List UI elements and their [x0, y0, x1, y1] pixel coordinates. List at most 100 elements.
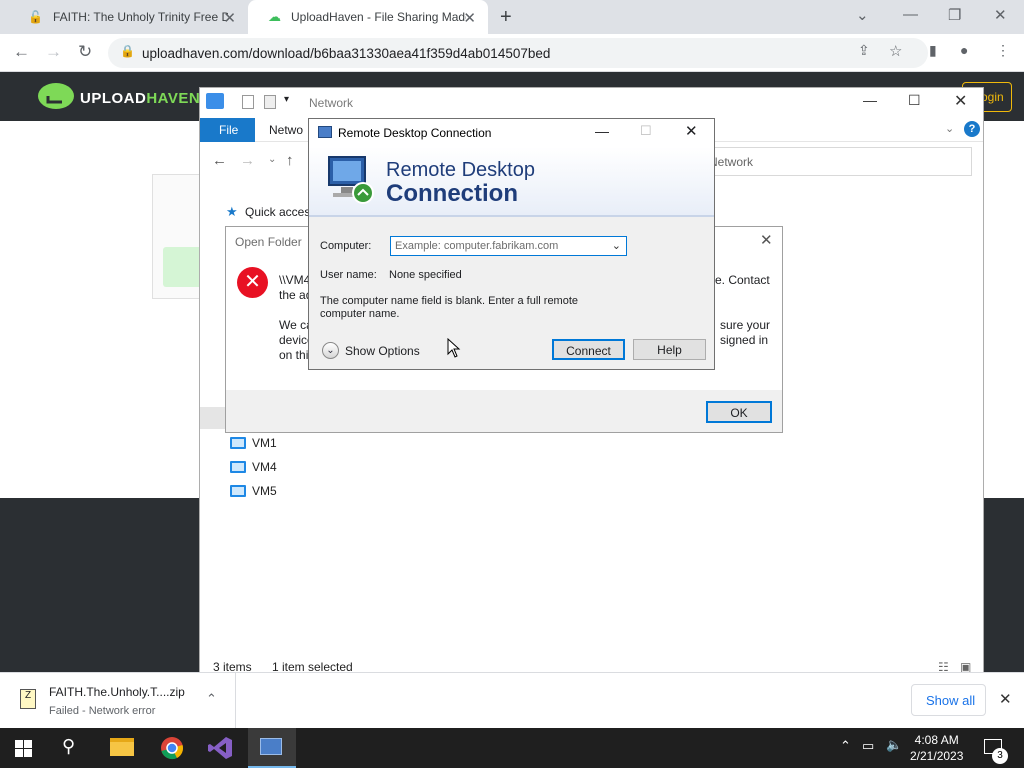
rdc-minimize-icon[interactable]: — — [595, 123, 609, 139]
help-icon[interactable]: ? — [964, 121, 980, 137]
clock-time: 4:08 AM — [914, 733, 959, 747]
explorer-minimize-icon[interactable]: — — [863, 92, 877, 108]
file-explorer-taskbar-icon[interactable] — [110, 738, 134, 756]
new-tab-icon[interactable]: + — [500, 6, 512, 29]
rdc-close-icon[interactable]: ✕ — [685, 122, 698, 140]
rdc-app-icon — [318, 126, 332, 138]
windows-start-icon[interactable] — [15, 740, 32, 757]
dialog-button-bar — [226, 390, 782, 432]
remote-desktop-monitor-icon — [328, 156, 374, 204]
taskbar: ⚲ ⌃ ▭ 🔈 4:08 AM 2/21/2023 3 — [0, 728, 1024, 768]
connect-button[interactable]: Connect — [552, 339, 625, 360]
rdc-title-bar: Remote Desktop Connection — ☐ ✕ — [309, 119, 714, 147]
site-card-button[interactable] — [163, 247, 203, 287]
close-tab-icon[interactable]: ✕ — [223, 9, 236, 27]
username-label: User name: — [320, 269, 377, 281]
volume-tray-icon[interactable]: 🔈 — [886, 737, 902, 753]
reload-icon[interactable]: ↻ — [78, 42, 92, 62]
rdc-title: Remote Desktop Connection — [338, 126, 492, 140]
dialog-title: Open Folder — [235, 235, 302, 249]
error-line-3b: sure your — [720, 318, 771, 332]
up-icon[interactable]: ↑ — [286, 152, 294, 169]
ribbon-tab-network[interactable]: Netwo — [269, 123, 303, 137]
combobox-dropdown-icon[interactable]: ⌄ — [612, 239, 621, 252]
forward-icon[interactable]: → — [45, 42, 62, 62]
download-chevron-icon[interactable]: ⌃ — [206, 691, 217, 707]
close-window-icon[interactable]: ✕ — [994, 6, 1007, 24]
rdc-taskbar-icon — [260, 738, 282, 755]
profile-icon[interactable]: ● — [960, 42, 968, 58]
computer-combobox[interactable]: Example: computer.fabrikam.com ⌄ — [390, 236, 627, 256]
mouse-cursor-icon — [447, 338, 461, 358]
rdc-taskbar-button[interactable] — [248, 728, 296, 768]
computer-icon — [230, 485, 246, 497]
divider — [235, 673, 236, 728]
lock-icon: 🔒 — [120, 44, 135, 58]
computer-icon — [230, 437, 246, 449]
rdc-banner-line2: Connection — [386, 180, 518, 207]
download-filename[interactable]: FAITH.The.Unholy.T....zip — [49, 685, 185, 699]
share-icon[interactable]: ⇪ — [858, 42, 870, 59]
address-bar[interactable]: 🔒 uploadhaven.com/download/b6baa31330aea… — [108, 38, 928, 68]
back-icon[interactable]: ← — [13, 42, 30, 62]
explorer-forward-icon[interactable]: → — [240, 152, 255, 169]
side-panel-icon[interactable]: ▮ — [929, 42, 937, 59]
ribbon-tab-file[interactable]: File — [200, 118, 255, 142]
zip-file-icon: Z — [20, 689, 36, 709]
tab-search-icon[interactable]: ⌄ — [856, 6, 869, 24]
dialog-close-icon[interactable]: ✕ — [760, 231, 773, 249]
close-tab-icon[interactable]: ✕ — [463, 9, 476, 27]
ribbon-expand-icon[interactable]: ⌄ — [945, 122, 954, 135]
restore-icon[interactable]: ❐ — [948, 6, 961, 24]
site-logo[interactable]: UPLOADHAVEN — [80, 90, 200, 107]
new-folder-icon[interactable] — [264, 95, 276, 109]
list-item[interactable]: VM1 — [230, 436, 277, 450]
customize-qat-icon[interactable]: ▾ — [284, 94, 289, 105]
bookmark-star-icon[interactable]: ☆ — [889, 42, 902, 60]
url-text: uploadhaven.com/download/b6baa31330aea41… — [142, 46, 551, 61]
download-status: Failed - Network error — [49, 705, 156, 717]
list-item[interactable]: VM4 — [230, 460, 277, 474]
tab-strip: 🔓 FAITH: The Unholy Trinity Free Do ✕ ☁ … — [0, 0, 1024, 34]
error-line-4b: signed in — [720, 333, 769, 347]
tab-uploadhaven[interactable]: ☁ UploadHaven - File Sharing Made ✕ — [248, 0, 488, 34]
address-field[interactable]: Network — [700, 147, 972, 176]
quick-access-star-icon: ★ — [226, 204, 238, 219]
download-bar: Z FAITH.The.Unholy.T....zip Failed - Net… — [0, 672, 1024, 728]
minimize-icon[interactable]: — — [903, 6, 918, 23]
help-button[interactable]: Help — [633, 339, 706, 360]
site-card — [152, 174, 203, 299]
close-download-bar-icon[interactable]: ✕ — [999, 690, 1012, 708]
network-tray-icon[interactable]: ▭ — [862, 738, 874, 754]
show-options-link[interactable]: Show Options — [345, 344, 420, 358]
explorer-back-icon[interactable]: ← — [212, 152, 227, 169]
ok-button[interactable]: OK — [706, 401, 772, 423]
explorer-title: Network — [309, 96, 354, 110]
recent-locations-icon[interactable]: ⌄ — [268, 154, 276, 165]
tab-label: FAITH: The Unholy Trinity Free Do — [52, 10, 228, 24]
list-item[interactable]: VM5 — [230, 484, 277, 498]
search-icon[interactable]: ⚲ — [62, 736, 75, 757]
nav-quick-access[interactable]: Quick acces — [245, 205, 310, 219]
remote-desktop-dialog: Remote Desktop Connection — ☐ ✕ Remote D… — [308, 118, 715, 370]
uploadhaven-favicon-icon: ☁ — [268, 9, 281, 24]
chrome-taskbar-icon[interactable] — [160, 736, 184, 760]
tab-faith[interactable]: 🔓 FAITH: The Unholy Trinity Free Do ✕ — [8, 0, 248, 34]
clock-date: 2/21/2023 — [910, 749, 964, 763]
show-options-chevron-icon[interactable]: ⌄ — [322, 342, 339, 359]
menu-icon[interactable]: ⋮ — [996, 42, 1010, 59]
uploadhaven-logo-icon — [38, 83, 74, 109]
explorer-maximize-icon[interactable]: ☐ — [908, 92, 921, 109]
rdc-maximize-icon: ☐ — [640, 123, 652, 138]
lock-favicon-icon: 🔓 — [28, 10, 43, 24]
show-hidden-icons-icon[interactable]: ⌃ — [840, 738, 851, 754]
explorer-close-icon[interactable]: ✕ — [954, 91, 967, 111]
show-all-button[interactable]: Show all — [911, 684, 986, 716]
browser-toolbar: ← → ↻ 🔒 uploadhaven.com/download/b6baa31… — [0, 34, 1024, 72]
properties-icon[interactable] — [242, 95, 254, 109]
error-line-1a: \\VM4 — [279, 273, 311, 287]
rdc-banner: Remote Desktop Connection — [309, 147, 714, 217]
visual-studio-taskbar-icon[interactable] — [208, 736, 233, 760]
tab-label: UploadHaven - File Sharing Made — [291, 10, 466, 24]
taskbar-clock[interactable]: 4:08 AM 2/21/2023 — [910, 732, 963, 764]
